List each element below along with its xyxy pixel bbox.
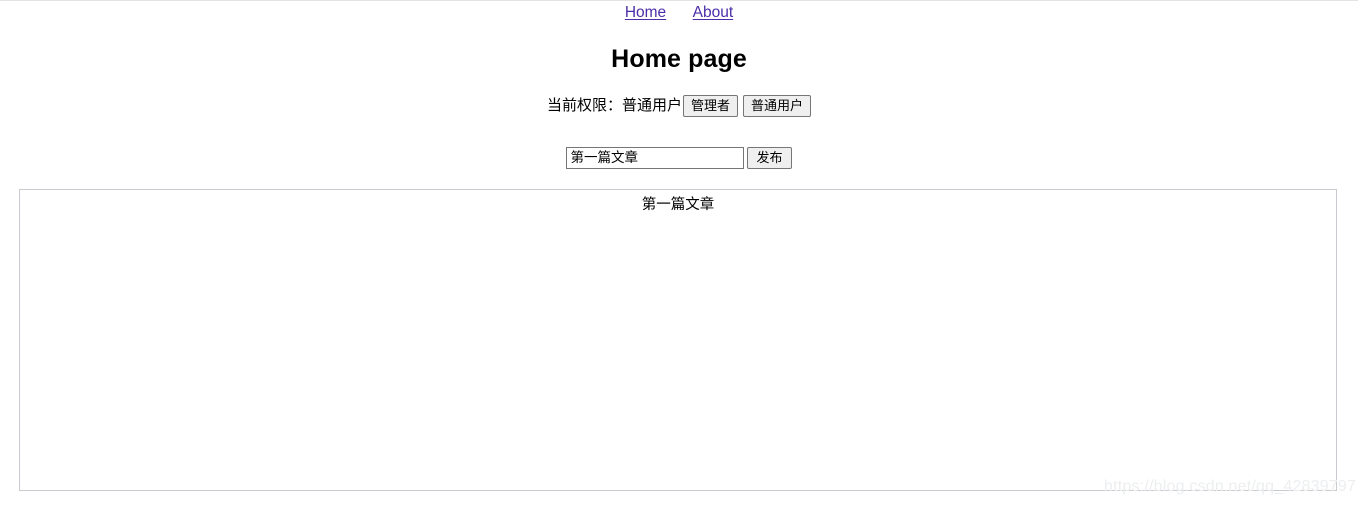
nav-link-about[interactable]: About xyxy=(693,4,734,21)
page-title: Home page xyxy=(611,45,747,73)
article-title: 第一篇文章 xyxy=(641,197,715,213)
main-navigation: Home About xyxy=(0,3,1358,23)
page-top-rule xyxy=(0,0,1358,1)
publish-button[interactable]: 发布 xyxy=(747,147,792,169)
permission-label: 当前权限：普通用户 xyxy=(546,97,682,114)
permission-row: 当前权限：普通用户 管理者 普通用户 xyxy=(0,95,1358,117)
publish-row: 发布 xyxy=(0,147,1358,169)
article-display-box: 第一篇文章 xyxy=(19,189,1337,491)
article-title-input[interactable] xyxy=(566,147,745,169)
role-button-normal-user[interactable]: 普通用户 xyxy=(743,95,812,117)
nav-link-home[interactable]: Home xyxy=(625,4,666,21)
role-button-admin[interactable]: 管理者 xyxy=(682,95,738,117)
watermark-text: https://blog.csdn.net/qq_42839797 xyxy=(1104,478,1357,495)
